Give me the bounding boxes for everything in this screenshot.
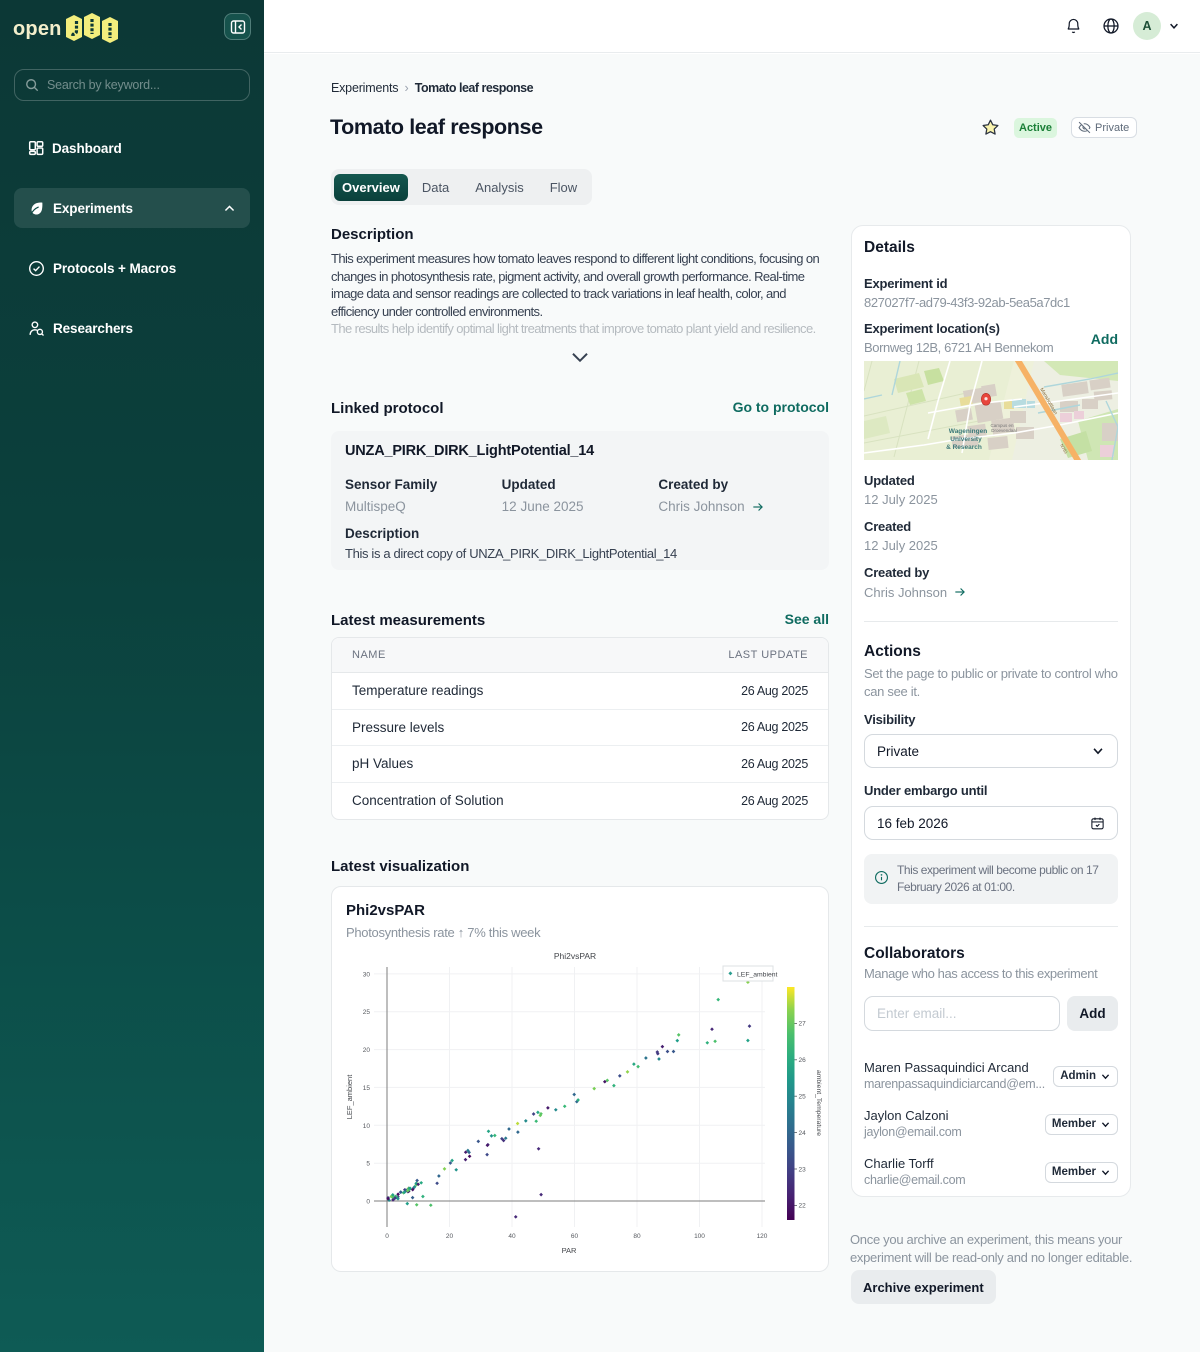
svg-text:120: 120 [757,1233,768,1240]
svg-text:LEF_ambient: LEF_ambient [345,1074,354,1120]
svg-text:100: 100 [694,1233,705,1240]
svg-text:5: 5 [366,1161,370,1168]
svg-text:Phi2vsPAR: Phi2vsPAR [554,951,596,961]
svg-text:60: 60 [571,1233,579,1240]
svg-text:80: 80 [633,1233,641,1240]
svg-text:Droevendaal: Droevendaal [991,428,1017,433]
svg-text:University: University [950,436,982,443]
svg-text:20: 20 [446,1233,454,1240]
svg-text:23: 23 [799,1166,807,1173]
svg-text:0: 0 [385,1233,389,1240]
svg-text:Wageningen: Wageningen [949,428,987,435]
svg-text:ambient_Temperature: ambient_Temperature [815,1070,822,1136]
svg-text:30: 30 [363,971,371,978]
svg-text:27: 27 [799,1021,807,1028]
svg-text:LEF_ambient: LEF_ambient [737,972,778,979]
svg-text:26: 26 [799,1057,807,1064]
svg-text:15: 15 [363,1085,371,1092]
svg-text:20: 20 [363,1047,371,1054]
svg-text:25: 25 [363,1009,371,1016]
svg-text:40: 40 [508,1233,516,1240]
svg-text:& Research: & Research [946,444,982,451]
svg-text:PAR: PAR [562,1246,577,1255]
svg-text:10: 10 [363,1123,371,1130]
svg-text:22: 22 [799,1203,807,1210]
svg-text:0: 0 [366,1199,370,1206]
svg-text:25: 25 [799,1094,807,1101]
svg-text:24: 24 [799,1130,807,1137]
